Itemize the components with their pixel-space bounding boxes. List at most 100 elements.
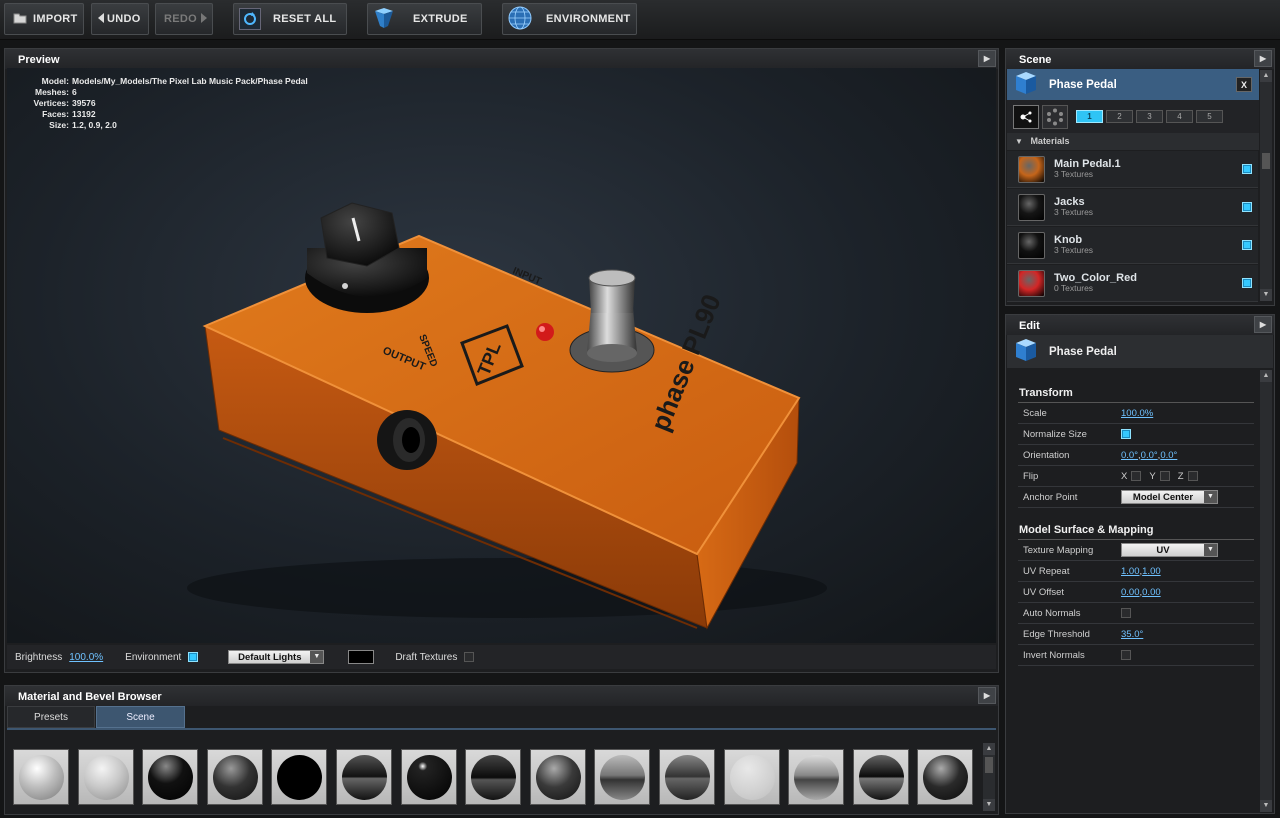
anchor-label: Anchor Point: [1023, 491, 1078, 503]
normalize-checkbox[interactable]: [1121, 429, 1131, 439]
brightness-value[interactable]: 100.0%: [69, 652, 103, 663]
texture-mapping-row: Texture Mapping UV ▼: [1018, 540, 1254, 561]
material-preset-thumbnail[interactable]: [77, 749, 134, 805]
uv-offset-v-value[interactable]: 0.00: [1142, 587, 1161, 598]
material-preset-thumbnail[interactable]: [659, 749, 715, 805]
material-preset-thumbnail[interactable]: [465, 749, 522, 805]
material-visibility-checkbox[interactable]: [1242, 240, 1252, 250]
extrude-label: EXTRUDE: [413, 13, 468, 25]
flip-z-checkbox[interactable]: [1187, 471, 1198, 481]
material-preset-thumbnail[interactable]: [529, 749, 586, 805]
group-icon[interactable]: [1042, 104, 1068, 129]
preview-title: Preview: [18, 54, 60, 66]
scroll-up-icon[interactable]: ▲: [1260, 70, 1272, 82]
extrude-button[interactable]: EXTRUDE: [367, 3, 482, 35]
reset-all-button[interactable]: RESET ALL: [233, 3, 347, 35]
material-preset-thumbnail[interactable]: [13, 749, 69, 805]
layer-tab-4[interactable]: 4: [1166, 110, 1193, 123]
auto-normals-label: Auto Normals: [1023, 607, 1081, 619]
layer-tab-2[interactable]: 2: [1106, 110, 1133, 123]
scroll-down-icon[interactable]: ▼: [983, 799, 995, 811]
material-visibility-checkbox[interactable]: [1242, 278, 1252, 288]
uv-repeat-u-value[interactable]: 1.00: [1121, 566, 1140, 577]
preview-options-bar: Brightness 100.0% Environment Default Li…: [7, 645, 996, 669]
texture-mapping-dropdown[interactable]: UV ▼: [1121, 543, 1218, 557]
layer-tab-3[interactable]: 3: [1136, 110, 1163, 123]
invert-normals-checkbox[interactable]: [1121, 650, 1131, 660]
environment-label: Environment: [125, 651, 182, 663]
material-sphere: [342, 755, 387, 800]
scene-title: Scene: [1019, 54, 1052, 66]
scroll-up-icon[interactable]: ▲: [1260, 370, 1272, 382]
material-sphere: [600, 755, 646, 800]
browser-expand-button[interactable]: ▶: [978, 687, 996, 704]
lights-dropdown[interactable]: Default Lights ▼: [228, 650, 325, 664]
normalize-row: Normalize Size: [1018, 424, 1254, 445]
material-preset-thumbnail[interactable]: [336, 749, 392, 805]
orientation-y-value[interactable]: 0.0°: [1141, 450, 1158, 461]
anchor-dropdown[interactable]: Model Center ▼: [1121, 490, 1218, 504]
scroll-up-icon[interactable]: ▲: [983, 743, 995, 755]
material-row[interactable]: Knob 3 Textures: [1007, 227, 1258, 264]
orientation-x-value[interactable]: 0.0°: [1121, 450, 1138, 461]
3d-viewport[interactable]: Model: Models/My_Models/The Pixel Lab Mus…: [7, 68, 996, 643]
layer-tab-5[interactable]: 5: [1196, 110, 1223, 123]
layer-tab-1[interactable]: 1: [1076, 110, 1103, 123]
material-preset-thumbnail[interactable]: [206, 749, 263, 805]
orientation-z-value[interactable]: 0.0°: [1160, 450, 1177, 461]
scroll-thumb[interactable]: [985, 757, 993, 773]
materials-header[interactable]: ▼ Materials: [1007, 133, 1259, 150]
scroll-down-icon[interactable]: ▼: [1260, 289, 1272, 301]
undo-button[interactable]: UNDO: [91, 3, 149, 35]
material-preset-thumbnail[interactable]: [852, 749, 909, 805]
edit-scrollbar[interactable]: ▲ ▼: [1260, 370, 1272, 812]
environment-button[interactable]: ENVIRONMENT: [502, 3, 637, 35]
material-visibility-checkbox[interactable]: [1242, 202, 1252, 212]
arrow-right-icon: [200, 12, 207, 26]
material-row[interactable]: Jacks 3 Textures: [1007, 189, 1258, 226]
browser-header: Material and Bevel Browser ▶: [5, 686, 998, 706]
material-preset-thumbnail[interactable]: [142, 749, 199, 805]
uv-repeat-label: UV Repeat: [1023, 565, 1070, 577]
material-texture-count: 3 Textures: [1054, 207, 1094, 217]
environment-checkbox[interactable]: [188, 652, 199, 662]
flip-x-checkbox[interactable]: [1131, 471, 1142, 481]
tab-scene[interactable]: Scene: [96, 706, 185, 728]
auto-normals-checkbox[interactable]: [1121, 608, 1131, 618]
redo-button[interactable]: REDO: [155, 3, 213, 35]
uv-repeat-v-value[interactable]: 1.00: [1142, 566, 1161, 577]
brightness-label: Brightness: [15, 651, 63, 663]
material-preset-thumbnail[interactable]: [788, 749, 845, 805]
scene-controls: 12345: [1007, 100, 1259, 133]
edit-expand-button[interactable]: ▶: [1254, 316, 1272, 333]
invert-normals-row: Invert Normals: [1018, 645, 1254, 666]
material-preset-thumbnail[interactable]: [271, 749, 328, 805]
material-visibility-checkbox[interactable]: [1242, 164, 1252, 174]
edge-threshold-value[interactable]: 35.0°: [1121, 629, 1143, 640]
scroll-thumb[interactable]: [1262, 153, 1270, 169]
scene-scrollbar[interactable]: ▲ ▼: [1260, 70, 1272, 301]
transform-section-title: Transform: [1019, 387, 1073, 399]
scale-value[interactable]: 100.0%: [1121, 408, 1153, 419]
material-preset-thumbnail[interactable]: [400, 749, 457, 805]
scene-object-row[interactable]: Phase Pedal X: [1007, 69, 1259, 100]
material-preset-thumbnail[interactable]: [917, 749, 974, 805]
draft-textures-checkbox[interactable]: [464, 652, 475, 662]
import-button[interactable]: IMPORT: [4, 3, 84, 35]
material-sphere: [665, 755, 710, 800]
background-color-swatch[interactable]: [348, 650, 375, 664]
material-row[interactable]: Main Pedal.1 3 Textures: [1007, 151, 1258, 188]
material-swatch: [1018, 155, 1045, 183]
material-preset-thumbnail[interactable]: [594, 749, 651, 805]
hierarchy-icon[interactable]: [1013, 104, 1039, 129]
preview-expand-button[interactable]: ▶: [978, 50, 996, 67]
scroll-down-icon[interactable]: ▼: [1260, 800, 1272, 812]
material-row[interactable]: Two_Color_Red 0 Textures: [1007, 265, 1258, 302]
tab-presets[interactable]: Presets: [7, 706, 95, 728]
material-preset-thumbnail[interactable]: [723, 749, 780, 805]
browser-scrollbar[interactable]: ▲ ▼: [983, 743, 995, 811]
close-object-button[interactable]: X: [1236, 77, 1252, 92]
flip-y-checkbox[interactable]: [1159, 471, 1170, 481]
uv-offset-u-value[interactable]: 0.00: [1121, 587, 1140, 598]
scene-expand-button[interactable]: ▶: [1254, 50, 1272, 67]
